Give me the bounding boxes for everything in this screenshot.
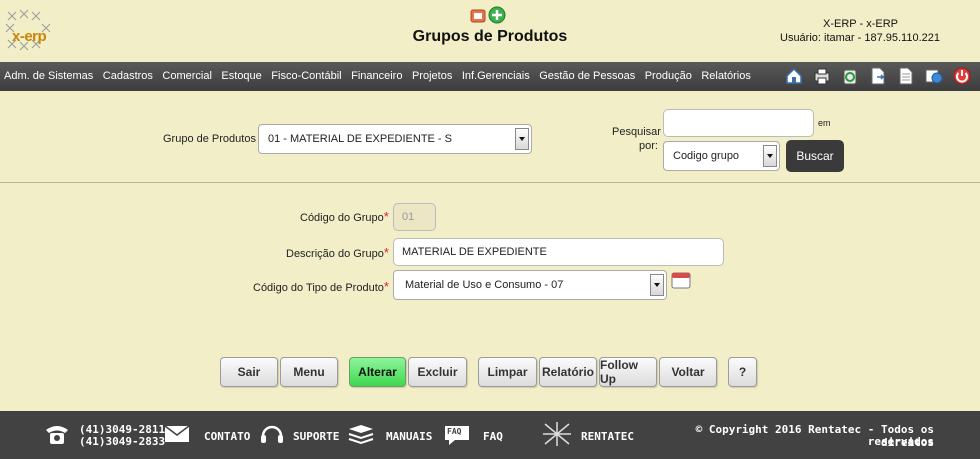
menu-item-relatorios[interactable]: Relatórios bbox=[701, 70, 751, 82]
voltar-button[interactable]: Voltar bbox=[659, 357, 717, 387]
search-by-value: Codigo grupo bbox=[673, 150, 740, 162]
presentation-icon[interactable] bbox=[470, 9, 486, 23]
limpar-button[interactable]: Limpar bbox=[478, 357, 537, 387]
faq-badge: FAQ bbox=[447, 427, 462, 436]
group-label: Grupo de Produtos bbox=[163, 133, 256, 145]
rentatec-logo-icon[interactable] bbox=[541, 420, 573, 448]
power-icon[interactable] bbox=[952, 66, 972, 86]
phone-2: (41)3049-2833 bbox=[79, 435, 166, 448]
buscar-button[interactable]: Buscar bbox=[786, 140, 844, 172]
required-mark: * bbox=[383, 209, 389, 224]
document-icon[interactable] bbox=[896, 66, 916, 86]
section-divider bbox=[0, 182, 980, 183]
codigo-grupo-label: Código do Grupo* bbox=[300, 209, 389, 224]
codigo-grupo-value: 01 bbox=[402, 211, 415, 223]
faq-link[interactable]: FAQ bbox=[483, 430, 503, 443]
books-icon[interactable] bbox=[347, 424, 375, 446]
menu-item-estoque[interactable]: Estoque bbox=[221, 70, 261, 82]
top-action-icons bbox=[470, 6, 510, 26]
descricao-grupo-value: MATERIAL DE EXPEDIENTE bbox=[402, 246, 547, 258]
search-em-label: em bbox=[818, 118, 831, 128]
suporte-link[interactable]: SUPORTE bbox=[293, 430, 339, 443]
app-footer: (41)3049-2811 (41)3049-2833 CONTATO SUPO… bbox=[0, 411, 980, 459]
rentatec-link[interactable]: RENTATEC bbox=[581, 430, 634, 443]
search-input[interactable] bbox=[663, 109, 814, 137]
alterar-button[interactable]: Alterar bbox=[349, 357, 406, 387]
descricao-grupo-label: Descrição do Grupo* bbox=[286, 245, 389, 260]
calendar-icon[interactable] bbox=[671, 271, 691, 289]
sair-button[interactable]: Sair bbox=[220, 357, 278, 387]
follow-up-button[interactable]: Follow Up bbox=[599, 357, 657, 387]
app-header: x-erp Grupos de Produtos X-ERP - x-ERP U… bbox=[0, 0, 980, 62]
chevron-down-icon[interactable] bbox=[650, 274, 664, 296]
menu-item-producao[interactable]: Produção bbox=[645, 70, 692, 82]
tipo-produto-label-text: Código do Tipo de Produto bbox=[253, 282, 384, 294]
search-label: Pesquisar bbox=[612, 126, 661, 138]
add-icon[interactable] bbox=[488, 6, 506, 24]
menu-item-adm-sistemas[interactable]: Adm. de Sistemas bbox=[4, 70, 93, 82]
required-mark: * bbox=[383, 245, 389, 260]
menu-item-inf-gerenciais[interactable]: Inf.Gerenciais bbox=[462, 70, 530, 82]
system-name: X-ERP - x-ERP bbox=[823, 18, 898, 30]
help-button[interactable]: ? bbox=[728, 357, 757, 387]
menu-item-projetos[interactable]: Projetos bbox=[412, 70, 452, 82]
print-icon[interactable] bbox=[812, 66, 832, 86]
web-search-icon[interactable] bbox=[924, 66, 944, 86]
codigo-grupo-field: 01 bbox=[393, 203, 436, 231]
chevron-down-icon[interactable] bbox=[763, 145, 777, 167]
tipo-produto-label: Código do Tipo de Produto* bbox=[253, 279, 389, 294]
page-title: Grupos de Produtos bbox=[412, 28, 568, 45]
toolbar-icons bbox=[784, 66, 972, 86]
x-erp-logo[interactable]: x-erp bbox=[2, 6, 62, 56]
user-info: Usuário: itamar - 187.95.110.221 bbox=[780, 32, 940, 44]
manuais-link[interactable]: MANUAIS bbox=[386, 430, 432, 443]
contato-link[interactable]: CONTATO bbox=[204, 430, 250, 443]
relatorio-button[interactable]: Relatório bbox=[539, 357, 597, 387]
copyright-line-2: reservados bbox=[867, 435, 934, 448]
tipo-produto-value: Material de Uso e Consumo - 07 bbox=[405, 279, 564, 291]
phone-icon bbox=[46, 426, 68, 444]
envelope-icon[interactable] bbox=[164, 425, 190, 443]
menu-item-fisco-contabil[interactable]: Fisco-Contábil bbox=[271, 70, 341, 82]
menu-item-financeiro[interactable]: Financeiro bbox=[351, 70, 402, 82]
menu-items: Adm. de Sistemas Cadastros Comercial Est… bbox=[4, 70, 760, 82]
group-select-value: 01 - MATERIAL DE EXPEDIENTE - S bbox=[268, 133, 452, 145]
search-by-select[interactable]: Codigo grupo bbox=[663, 141, 780, 171]
group-select[interactable]: 01 - MATERIAL DE EXPEDIENTE - S bbox=[258, 124, 532, 154]
tipo-produto-select[interactable]: Material de Uso e Consumo - 07 bbox=[393, 270, 667, 300]
descricao-grupo-label-text: Descrição do Grupo bbox=[286, 248, 384, 260]
excluir-button[interactable]: Excluir bbox=[408, 357, 467, 387]
required-mark: * bbox=[383, 279, 389, 294]
descricao-grupo-field[interactable]: MATERIAL DE EXPEDIENTE bbox=[393, 238, 724, 266]
home-icon[interactable] bbox=[784, 66, 804, 86]
search-label-por: por: bbox=[639, 140, 658, 152]
menu-item-cadastros[interactable]: Cadastros bbox=[103, 70, 153, 82]
recycle-icon[interactable] bbox=[840, 66, 860, 86]
logo-text: x-erp bbox=[12, 28, 47, 45]
headset-icon[interactable] bbox=[259, 422, 285, 446]
codigo-grupo-label-text: Código do Grupo bbox=[300, 212, 384, 224]
menu-item-comercial[interactable]: Comercial bbox=[162, 70, 212, 82]
menu-button[interactable]: Menu bbox=[280, 357, 338, 387]
menu-item-gestao-pessoas[interactable]: Gestão de Pessoas bbox=[539, 70, 635, 82]
chevron-down-icon[interactable] bbox=[515, 128, 529, 150]
document-arrow-icon[interactable] bbox=[868, 66, 888, 86]
main-menu-bar: Adm. de Sistemas Cadastros Comercial Est… bbox=[0, 62, 980, 91]
